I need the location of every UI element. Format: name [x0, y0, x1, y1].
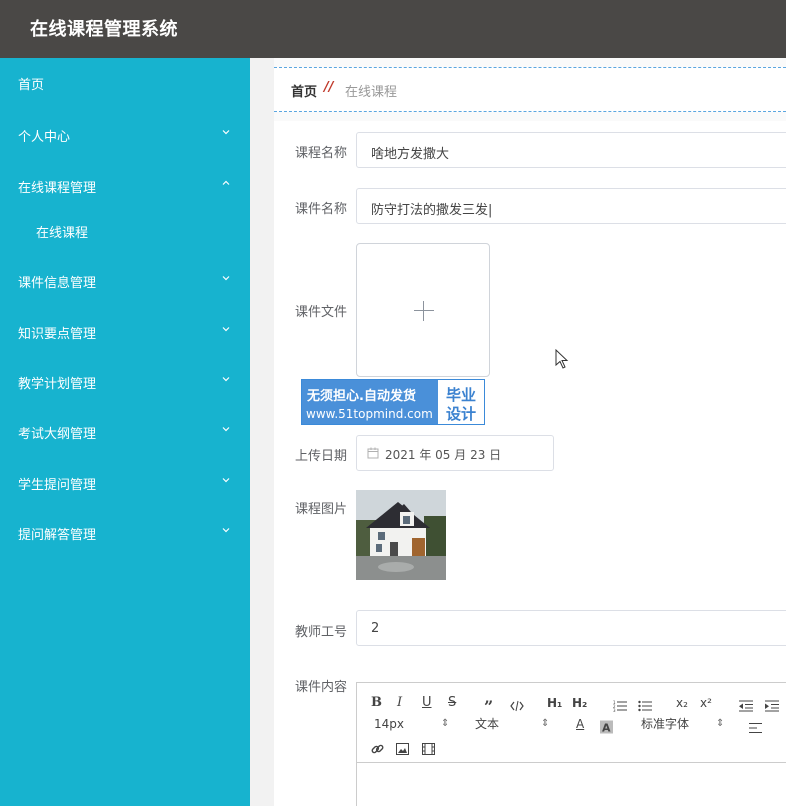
sidebar-item-question-answers[interactable]: 提问解答管理 — [0, 518, 250, 548]
sidebar-item-teaching-plan[interactable]: 教学计划管理 — [0, 367, 250, 397]
watermark-text-panel: 无须担心.自动发货 www.51topmind.com — [302, 380, 437, 424]
indent-icon[interactable] — [765, 697, 779, 715]
paragraph-select-arrows: ⇕ — [541, 718, 550, 729]
sidebar-item-exam-outline[interactable]: 考试大纲管理 — [0, 417, 250, 447]
underline-button[interactable]: U — [422, 694, 432, 712]
video-icon[interactable] — [422, 740, 435, 758]
sidebar-item-label: 教学计划管理 — [18, 377, 97, 392]
strike-button[interactable]: S — [448, 694, 456, 712]
upload-date-value: 2021 年 05 月 23 日 — [385, 448, 502, 462]
courseware-name-label: 课件名称 — [295, 202, 348, 217]
code-icon[interactable] — [510, 697, 524, 715]
chevron-down-icon — [222, 276, 230, 281]
image-icon[interactable] — [396, 740, 409, 758]
bold-button[interactable]: B — [371, 694, 382, 712]
breadcrumb-current: 在线课程 — [345, 85, 398, 100]
chevron-down-icon — [222, 478, 230, 483]
upload-date-picker[interactable]: 2021 年 05 月 23 日 — [356, 435, 554, 471]
font-family-select[interactable]: 标准字体 — [641, 715, 689, 733]
mouse-cursor-icon — [555, 349, 569, 369]
calendar-icon — [367, 447, 379, 459]
font-size-select-arrows: ⇕ — [441, 718, 450, 729]
chevron-up-icon — [222, 180, 230, 185]
sidebar-item-home[interactable]: 首页 — [0, 68, 250, 98]
sidebar-item-online-course[interactable]: 在线课程 — [0, 216, 250, 246]
breadcrumb-home[interactable]: 首页 — [291, 81, 317, 100]
chevron-down-icon — [222, 130, 230, 135]
chevron-down-icon — [222, 427, 230, 432]
teacher-id-label: 教师工号 — [295, 625, 348, 640]
sidebar-item-label: 个人中心 — [18, 130, 71, 145]
watermark-line2: www.51topmind.com — [306, 407, 433, 421]
breadcrumb-separator: // — [324, 80, 334, 95]
superscript-button[interactable]: x² — [700, 694, 712, 712]
courseware-file-label: 课件文件 — [295, 305, 348, 320]
content-label: 课件内容 — [295, 680, 348, 695]
upload-date-label: 上传日期 — [295, 449, 348, 464]
sidebar-item-label: 在线课程 — [36, 226, 89, 241]
breadcrumb: 首页 // 在线课程 — [274, 67, 786, 112]
svg-text:”: ” — [484, 697, 493, 715]
watermark-tag: 毕业 设计 — [438, 380, 484, 424]
sidebar-item-label: 提问解答管理 — [18, 528, 97, 543]
plus-icon-vertical — [423, 301, 424, 321]
font-family-select-arrows: ⇕ — [716, 718, 725, 729]
sidebar-item-knowledge-points[interactable]: 知识要点管理 — [0, 317, 250, 347]
sidebar-item-label: 知识要点管理 — [18, 327, 97, 342]
rich-text-editor[interactable]: B I U S ” H₁ H₂ 123 x₂ x² 14px ⇕ 文本 ⇕ A … — [356, 682, 786, 806]
watermark-right2: 设计 — [446, 405, 477, 423]
italic-button[interactable]: I — [397, 694, 402, 712]
outdent-icon[interactable] — [739, 697, 753, 715]
watermark-line1: 无须担心.自动发货 — [307, 389, 416, 404]
top-bar: 在线课程管理系统 — [0, 0, 786, 58]
svg-text:A: A — [602, 722, 611, 735]
sidebar-item-label: 考试大纲管理 — [18, 427, 97, 442]
sidebar-item-course-management[interactable]: 在线课程管理 — [0, 171, 250, 201]
blockquote-icon[interactable]: ” — [484, 697, 498, 715]
sidebar-item-label: 在线课程管理 — [18, 181, 97, 196]
heading1-button[interactable]: H₁ — [547, 694, 562, 712]
align-icon[interactable] — [749, 719, 762, 737]
watermark-badge: 无须担心.自动发货 www.51topmind.com 毕业 设计 — [301, 379, 485, 425]
courseware-name-input[interactable]: 防守打法的撒发三发| — [356, 188, 786, 224]
course-name-input[interactable]: 啥地方发撒大 — [356, 132, 786, 168]
app-title: 在线课程管理系统 — [30, 19, 178, 40]
chevron-down-icon — [222, 377, 230, 382]
editor-toolbar: B I U S ” H₁ H₂ 123 x₂ x² 14px ⇕ 文本 ⇕ A … — [357, 683, 786, 763]
font-size-select[interactable]: 14px — [374, 715, 404, 733]
heading2-button[interactable]: H₂ — [572, 694, 587, 712]
bullet-list-icon[interactable] — [638, 697, 652, 715]
chevron-down-icon — [222, 327, 230, 332]
paragraph-select[interactable]: 文本 — [475, 715, 499, 733]
link-icon[interactable] — [371, 740, 384, 758]
sidebar-item-label: 首页 — [18, 78, 45, 93]
sidebar-item-label: 课件信息管理 — [18, 276, 97, 291]
course-image[interactable] — [356, 490, 446, 580]
subscript-button[interactable]: x₂ — [676, 694, 688, 712]
sidebar-item-courseware-management[interactable]: 课件信息管理 — [0, 266, 250, 296]
svg-text:3: 3 — [613, 708, 616, 713]
chevron-down-icon — [222, 528, 230, 533]
file-upload-box[interactable] — [356, 243, 490, 377]
sidebar-item-personal-center[interactable]: 个人中心 — [0, 120, 250, 150]
background-color-icon[interactable]: A — [600, 718, 613, 736]
ordered-list-icon[interactable]: 123 — [613, 697, 627, 715]
course-name-label: 课程名称 — [295, 146, 348, 161]
font-color-button[interactable]: A — [576, 715, 584, 733]
sidebar: 首页 个人中心 在线课程管理 在线课程 课件信息管理 知识要点管理 教学计划管理… — [0, 58, 250, 806]
watermark-right1: 毕业 — [446, 386, 477, 404]
course-image-label: 课程图片 — [295, 502, 348, 517]
sidebar-item-label: 学生提问管理 — [18, 478, 97, 493]
sidebar-item-student-questions[interactable]: 学生提问管理 — [0, 468, 250, 498]
plus-icon — [414, 310, 434, 311]
teacher-id-input[interactable]: 2 — [356, 610, 786, 646]
